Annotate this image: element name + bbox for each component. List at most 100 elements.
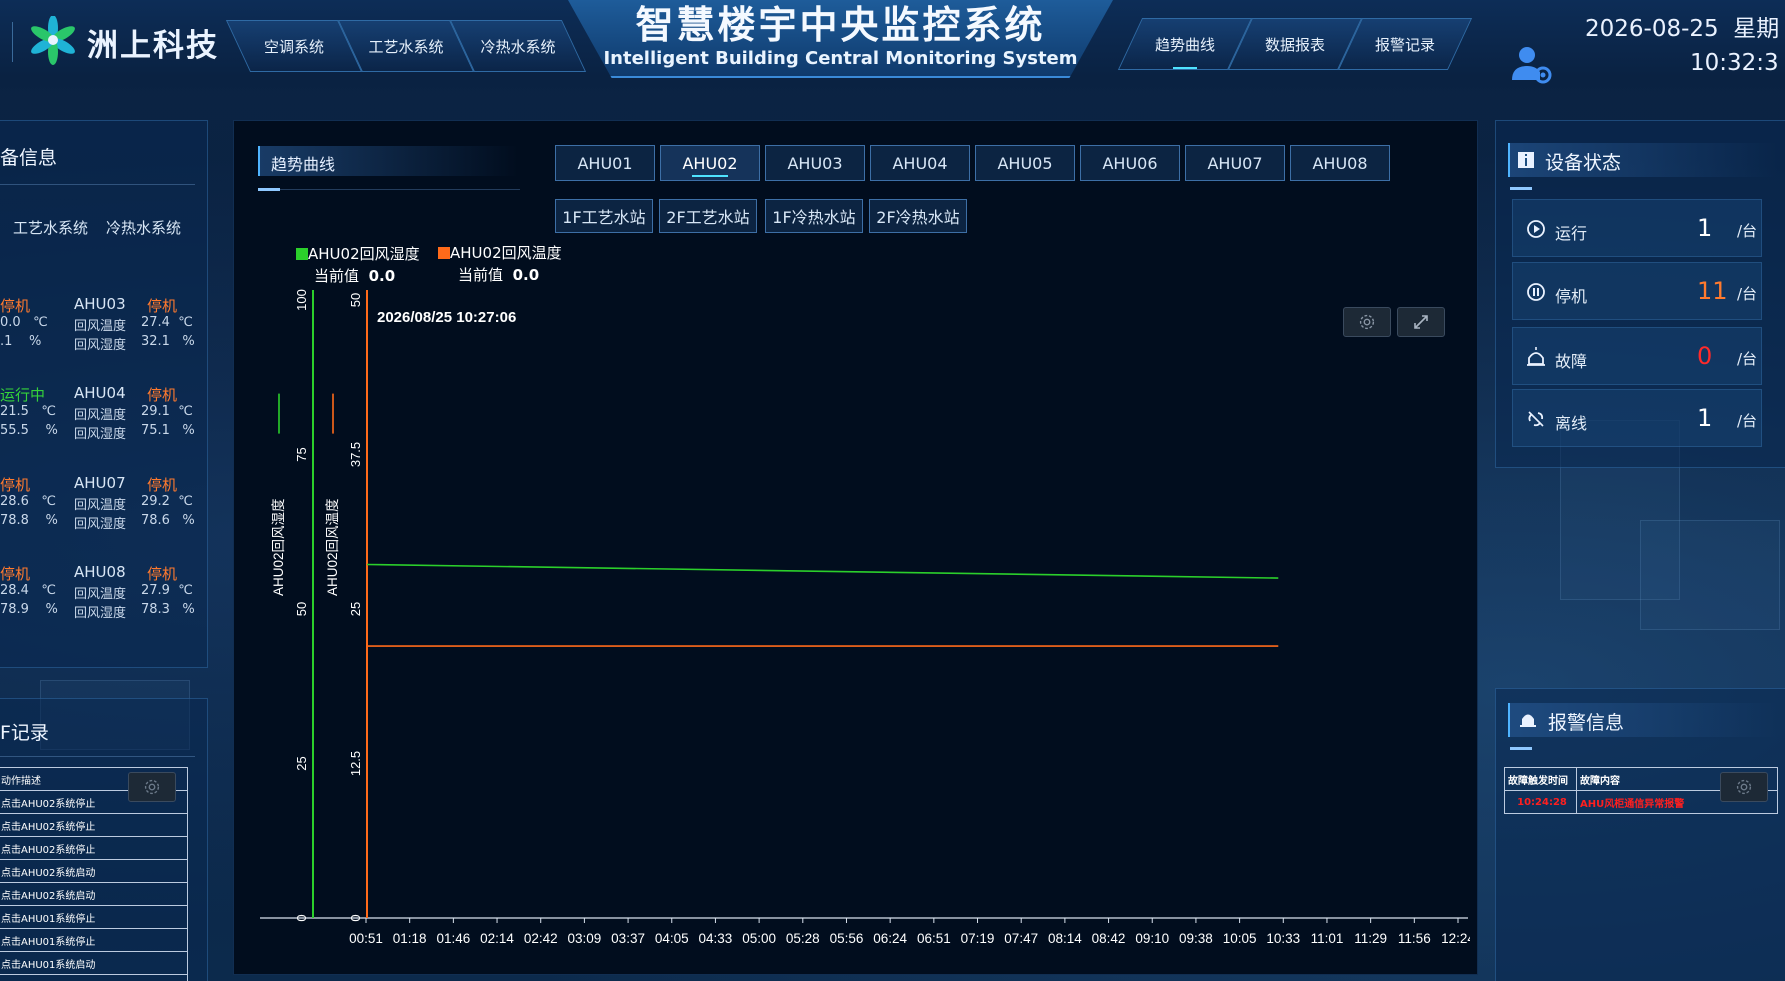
x-tick-label: 04:05 <box>655 931 689 946</box>
system-title: 智慧楼宇中央监控系统 Intelligent Building Central … <box>568 0 1113 78</box>
unit-left-temp-value: 28.6 <box>0 494 29 509</box>
left-tab-hot-cold-water[interactable]: 冷热水系统 <box>106 217 181 238</box>
y-right-tick-label: 37.5 <box>348 442 363 467</box>
divider <box>0 184 195 185</box>
log-row: 点击AHU02系统停止 <box>0 813 188 837</box>
nav-tab-label: 冷热水系统 <box>480 37 556 56</box>
log-row: 点击AHU01系统启动 <box>0 951 188 975</box>
nav-tab-hot-cold-water[interactable]: 冷热水系统 <box>462 20 574 72</box>
status-count: 11 <box>1697 277 1728 305</box>
log-row: 点击AHU01系统启动 <box>0 974 188 981</box>
x-tick-label: 03:37 <box>611 931 645 946</box>
unit-name[interactable]: AHU04 <box>74 384 126 402</box>
legend-humidity-swatch <box>296 248 308 260</box>
nav-tab-alarm-log[interactable]: 报警记录 <box>1350 18 1460 70</box>
unit-hum-label: 回风湿度 <box>74 517 127 532</box>
y-left-tick-label: 0 <box>294 914 309 921</box>
nav-tab-process-water[interactable]: 工艺水系统 <box>350 20 462 72</box>
unit-name[interactable]: AHU07 <box>74 474 126 492</box>
unit-left-hum: 78.9 % <box>0 602 58 617</box>
alarm-icon <box>1527 347 1545 366</box>
unit-temp-label: 回风温度 <box>74 498 127 513</box>
user-settings-icon[interactable] <box>1510 42 1554 86</box>
ahu-tab-ahu04[interactable]: AHU04 <box>870 145 970 181</box>
unit-hum-value: 78.3 <box>141 602 170 617</box>
gear-icon <box>144 779 160 795</box>
status-unit: /台 <box>1737 285 1758 303</box>
x-tick-label: 09:38 <box>1179 931 1213 946</box>
ahu-tab-ahu06[interactable]: AHU06 <box>1080 145 1180 181</box>
log-settings-button[interactable] <box>128 772 176 802</box>
ahu-tab-ahu02[interactable]: AHU02 <box>660 145 760 181</box>
unit-temp: 29.2 ℃ <box>141 494 193 509</box>
divider <box>0 756 195 757</box>
temperature-current: 当前值 0.0 <box>458 264 539 285</box>
legend-temperature-swatch <box>438 247 450 259</box>
unit-left-hum: 78.8 % <box>0 513 58 528</box>
unit-status: 停机 <box>147 386 178 404</box>
status-card-1[interactable]: 停机 11 /台 <box>1512 262 1762 320</box>
current-weekday: 星期 <box>1733 16 1780 42</box>
x-tick-label: 10:05 <box>1223 931 1257 946</box>
info-icon <box>1518 152 1534 168</box>
y-left-tick-label: 50 <box>294 602 309 616</box>
ahu-tab-ahu01[interactable]: AHU01 <box>555 145 655 181</box>
left-tab-process-water[interactable]: 工艺水系统 <box>13 217 88 238</box>
unit-temp-value: 29.2 <box>141 494 170 509</box>
ahu-tab-ahu03[interactable]: AHU03 <box>765 145 865 181</box>
nav-tab-aircon[interactable]: 空调系统 <box>238 20 350 72</box>
log-description: 点击AHU02系统停止 <box>0 836 188 860</box>
status-label: 离线 <box>1555 414 1588 433</box>
x-tick-label: 01:18 <box>393 931 427 946</box>
log-description: 点击AHU02系统停止 <box>0 813 188 837</box>
unit-left-status: 停机 <box>0 297 31 315</box>
y-right-tick-label: 12.5 <box>348 751 363 776</box>
station-tab[interactable]: 1F工艺水站 <box>555 199 653 233</box>
legend-humidity[interactable]: AHU02回风湿度 <box>296 243 420 264</box>
nav-tab-trend[interactable]: 趋势曲线 <box>1130 18 1240 70</box>
unit-left-temp-value: 0.0 <box>0 315 21 330</box>
nav-tab-report[interactable]: 数据报表 <box>1240 18 1350 70</box>
divider <box>258 189 520 190</box>
humidity-current: 当前值 0.0 <box>314 265 395 286</box>
divider-accent <box>1510 187 1532 190</box>
y-left-tick-label: 75 <box>294 447 309 461</box>
unit-status: 停机 <box>147 476 178 494</box>
unit-left-status: 停机 <box>0 476 31 494</box>
x-tick-label: 11:01 <box>1311 931 1344 946</box>
status-card-3[interactable]: 离线 1 /台 <box>1512 389 1762 447</box>
company-name: 洲上科技 <box>87 27 219 64</box>
x-tick-label: 05:56 <box>830 931 864 946</box>
status-card-0[interactable]: 运行 1 /台 <box>1512 199 1762 257</box>
series-humidity-line <box>366 563 1279 579</box>
station-tab[interactable]: 1F冷热水站 <box>765 199 863 233</box>
station-tab[interactable]: 2F工艺水站 <box>659 199 757 233</box>
trend-chart: 2026/08/25 10:27:06 00:51 01:18 01:46 02:14… <box>260 289 1470 946</box>
status-card-2[interactable]: 故障 0 /台 <box>1512 327 1762 385</box>
unit-name[interactable]: AHU03 <box>74 295 126 313</box>
unit-temp-value: 29.1 <box>141 404 170 419</box>
logo-separator <box>12 22 13 62</box>
log-row: 点击AHU02系统启动 <box>0 859 188 883</box>
x-tick-label: 01:46 <box>436 931 470 946</box>
status-count: 1 <box>1697 404 1713 432</box>
ahu-tab-ahu05[interactable]: AHU05 <box>975 145 1075 181</box>
legend-temperature[interactable]: AHU02回风温度 <box>438 242 562 263</box>
unit-left-temp-value: 21.5 <box>0 404 29 419</box>
status-label: 运行 <box>1555 224 1588 243</box>
x-tick-label: 02:42 <box>524 931 558 946</box>
alarm-settings-button[interactable] <box>1720 772 1768 802</box>
section-title: 趋势曲线 <box>271 155 336 174</box>
ahu-tab-ahu07[interactable]: AHU07 <box>1185 145 1285 181</box>
y-left-tick-label: 25 <box>294 756 309 770</box>
station-tab[interactable]: 2F冷热水站 <box>869 199 967 233</box>
x-tick-label: 11:29 <box>1354 931 1387 946</box>
unit-name[interactable]: AHU08 <box>74 563 126 581</box>
unit-temp-label: 回风温度 <box>74 319 127 334</box>
status-count: 1 <box>1697 214 1713 242</box>
log-row: 点击AHU01系统停止 <box>0 928 188 952</box>
datetime: 2026-08-25 星期 10:32:3 <box>1585 12 1785 80</box>
ahu-tab-ahu08[interactable]: AHU08 <box>1290 145 1390 181</box>
log-description: 点击AHU01系统停止 <box>0 928 188 952</box>
temp-unit: ℃ <box>41 494 56 509</box>
